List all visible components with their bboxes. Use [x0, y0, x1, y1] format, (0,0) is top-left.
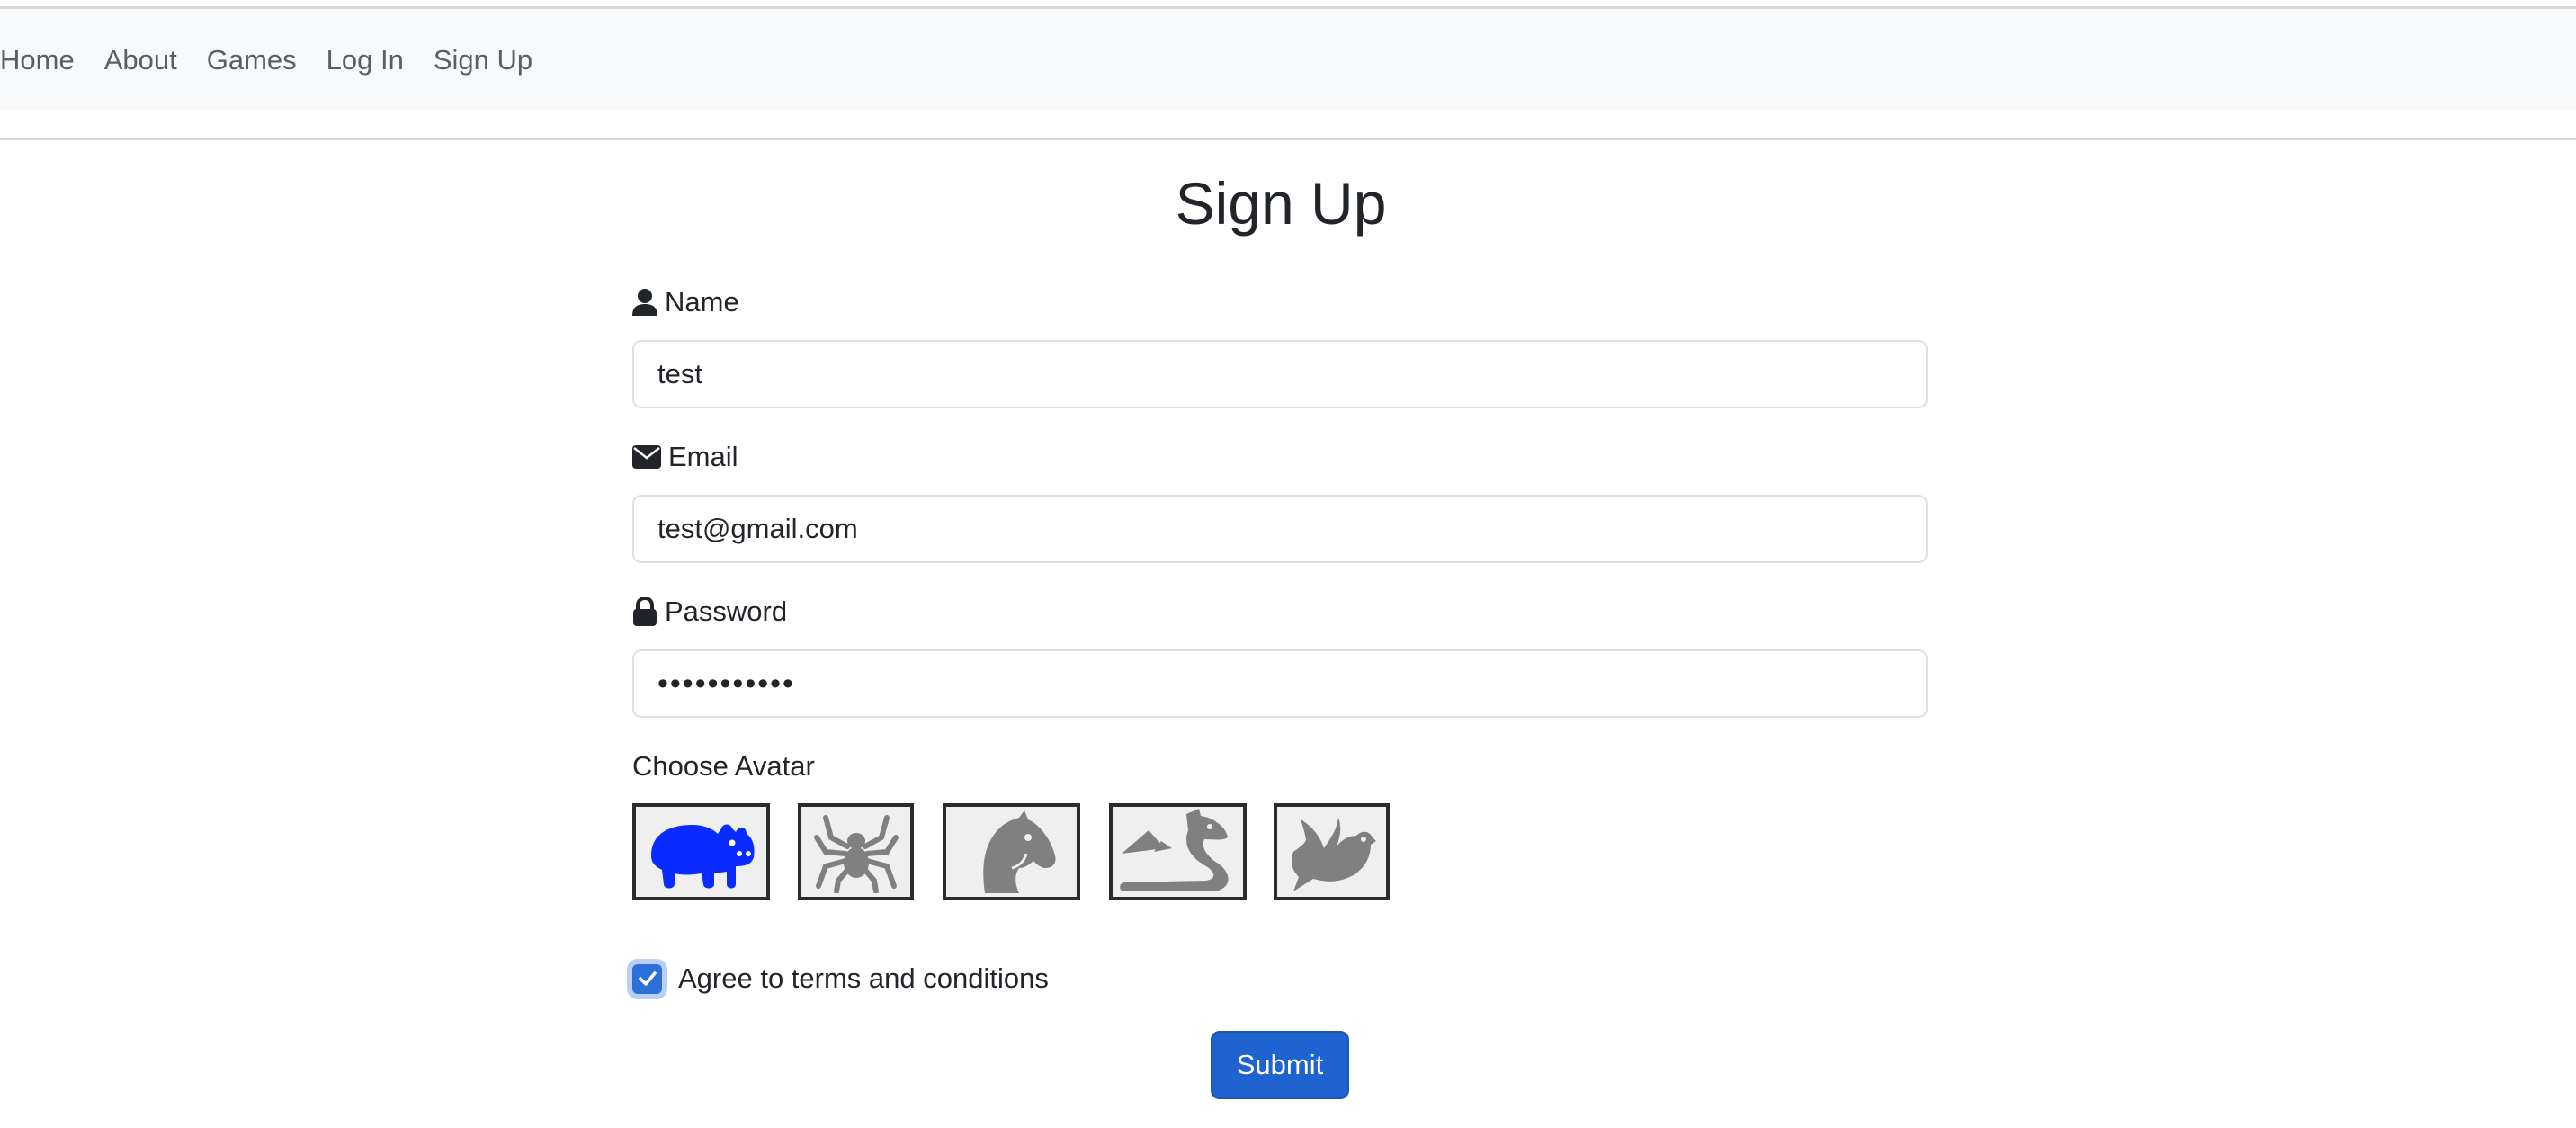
horse-head-icon — [982, 810, 1056, 893]
nav-login-link[interactable]: Log In — [326, 46, 404, 74]
avatar-option-hippo[interactable] — [632, 803, 770, 900]
dragon-icon — [1119, 809, 1228, 891]
dove-icon — [1291, 818, 1376, 891]
password-label-text: Password — [665, 595, 788, 627]
submit-button[interactable]: Submit — [1211, 1031, 1349, 1099]
avatar-label: Choose Avatar — [632, 750, 815, 783]
avatar-label-text: Choose Avatar — [632, 750, 815, 782]
checkmark-icon — [638, 971, 657, 986]
page-title: Sign Up — [1175, 170, 1387, 237]
email-input-value: test@gmail.com — [657, 513, 858, 544]
terms-checkbox[interactable] — [632, 963, 662, 994]
spider-icon — [813, 815, 899, 893]
navbar: Home About Games Log In Sign Up — [0, 9, 2576, 110]
email-input[interactable]: test@gmail.com — [632, 495, 1928, 563]
password-label: Password — [632, 595, 787, 628]
email-label: Email — [632, 441, 738, 473]
lock-icon — [633, 597, 657, 626]
nav-games-link[interactable]: Games — [207, 46, 297, 74]
avatar-option-horse[interactable] — [943, 803, 1080, 900]
hippo-icon — [650, 824, 755, 889]
name-label: Name — [632, 286, 739, 318]
terms-row: Agree to terms and conditions — [632, 962, 1049, 995]
avatar-option-spider[interactable] — [798, 803, 914, 900]
nav-about-link[interactable]: About — [104, 46, 177, 74]
email-label-text: Email — [668, 441, 738, 472]
envelope-icon — [632, 445, 661, 469]
avatar-option-dragon[interactable] — [1109, 803, 1247, 900]
name-input-value: test — [657, 358, 702, 389]
name-input[interactable]: test — [632, 340, 1928, 408]
nav-divider — [0, 138, 2576, 140]
name-label-text: Name — [665, 286, 739, 318]
password-input[interactable]: ••••••••••• — [632, 649, 1928, 718]
nav-signup-link[interactable]: Sign Up — [434, 46, 532, 74]
user-icon — [632, 289, 657, 316]
password-input-value: ••••••••••• — [657, 666, 795, 701]
terms-label[interactable]: Agree to terms and conditions — [678, 962, 1049, 995]
nav-home-link[interactable]: Home — [0, 46, 75, 74]
avatar-option-dove[interactable] — [1274, 803, 1390, 900]
